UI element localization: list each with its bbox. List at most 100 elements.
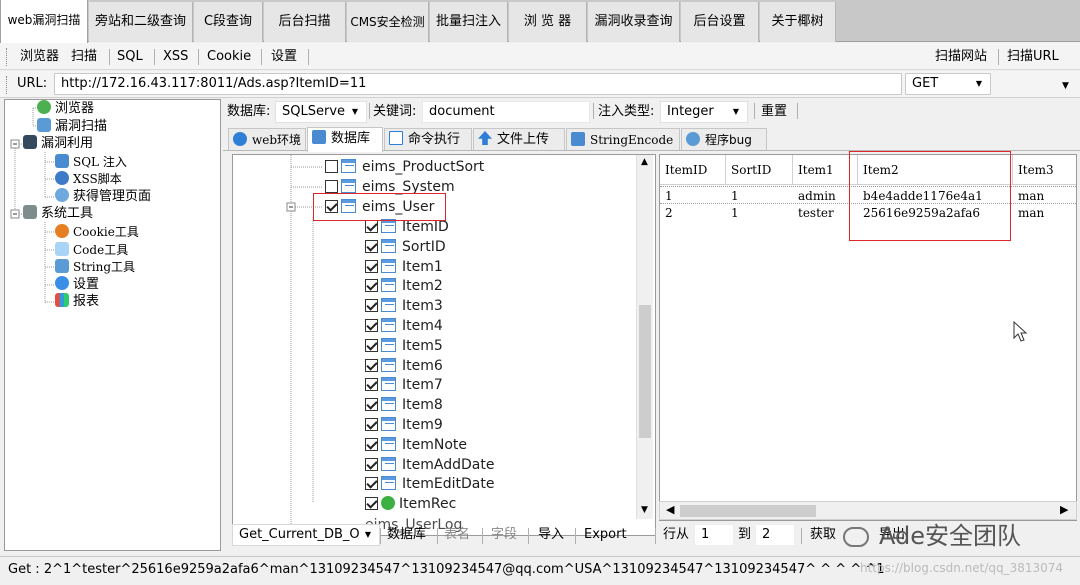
tab-file-upload[interactable]: 文件上传 bbox=[473, 128, 565, 150]
tab-admin-scan[interactable]: 后台扫描 bbox=[264, 2, 346, 42]
field-checkbox-checked[interactable] bbox=[365, 358, 378, 372]
db-field-item[interactable]: Item3 bbox=[365, 296, 443, 316]
tree-item-code-tool[interactable]: Code工具 bbox=[55, 241, 128, 259]
tab-database[interactable]: 数据库 bbox=[307, 127, 383, 152]
tab-command-exec[interactable]: 命令执行 bbox=[384, 128, 472, 150]
import-button[interactable]: 导入 bbox=[538, 525, 564, 545]
tree-item-sql-inject[interactable]: SQL 注入 bbox=[55, 153, 127, 171]
tab-about[interactable]: 关于椰树 bbox=[760, 2, 836, 42]
db-field-item[interactable]: ItemRec bbox=[365, 494, 456, 514]
toolbar-xss-button[interactable]: XSS bbox=[163, 47, 188, 67]
db-type-select[interactable]: SQLServe ▼ bbox=[275, 101, 367, 123]
field-checkbox-checked[interactable] bbox=[365, 299, 378, 313]
reset-button[interactable]: 重置 bbox=[761, 102, 787, 122]
tree-item-string-tool[interactable]: String工具 bbox=[55, 258, 135, 276]
tab-string-encode[interactable]: StringEncode bbox=[566, 128, 680, 150]
get-fields-button[interactable]: 字段 bbox=[491, 525, 517, 545]
db-field-item[interactable]: Item8 bbox=[365, 395, 443, 415]
scroll-left-arrow-icon[interactable]: ◀ bbox=[666, 503, 674, 516]
toolbar-grip[interactable] bbox=[6, 48, 9, 66]
row-to-input[interactable]: 2 bbox=[755, 524, 795, 546]
tab-browser[interactable]: 浏 览 器 bbox=[509, 2, 587, 42]
field-checkbox-checked[interactable] bbox=[365, 319, 378, 332]
tree-item-report[interactable]: 报表 bbox=[55, 293, 99, 311]
grid-header-sortid[interactable]: SortID bbox=[726, 155, 793, 185]
toolbar-scan-button[interactable]: 扫描 bbox=[71, 47, 97, 67]
grid-header-item3[interactable]: Item3 bbox=[1013, 155, 1076, 185]
tab-side-site-query[interactable]: 旁站和二级查询 bbox=[89, 2, 193, 42]
db-table-productsort[interactable]: eims_ProductSort bbox=[325, 157, 484, 177]
keyword-input[interactable]: document bbox=[422, 101, 590, 123]
toolbar-sql-button[interactable]: SQL bbox=[117, 47, 143, 67]
db-field-item[interactable]: Item1 bbox=[365, 257, 443, 277]
db-field-item[interactable]: ItemNote bbox=[365, 435, 467, 455]
tab-batch-inject[interactable]: 批量扫注入 bbox=[430, 2, 508, 42]
row-from-input[interactable]: 1 bbox=[694, 524, 734, 546]
scroll-down-arrow-icon[interactable]: ▼ bbox=[641, 505, 648, 515]
field-checkbox-checked[interactable] bbox=[365, 398, 378, 412]
tree-item-system-tools[interactable]: 系统工具 bbox=[23, 205, 93, 223]
field-checkbox-checked[interactable] bbox=[365, 220, 378, 233]
db-field-item[interactable]: ItemEditDate bbox=[365, 474, 494, 494]
method-select[interactable]: Get_Current_DB_O ▼ bbox=[232, 524, 380, 546]
tree-item-admin-page[interactable]: 获得管理页面 bbox=[55, 188, 151, 206]
scroll-up-arrow-icon[interactable]: ▲ bbox=[641, 157, 648, 167]
tab-web-vuln-scan[interactable]: web漏洞扫描 bbox=[0, 0, 88, 43]
field-checkbox-checked[interactable] bbox=[365, 497, 378, 511]
db-field-item[interactable]: Item4 bbox=[365, 316, 443, 336]
field-checkbox-checked[interactable] bbox=[365, 418, 378, 431]
tree-item-vuln-scan[interactable]: 漏洞扫描 bbox=[37, 118, 107, 136]
urlbar-grip[interactable] bbox=[6, 76, 9, 94]
fetch-button[interactable]: 获取 bbox=[810, 525, 836, 545]
tab-cms-check[interactable]: CMS安全检测 bbox=[347, 2, 429, 42]
tree-item-browser[interactable]: 浏览器 bbox=[37, 100, 94, 118]
tree-item-settings[interactable]: 设置 bbox=[55, 276, 99, 294]
toolbar-scan-url-button[interactable]: 扫描URL bbox=[1007, 47, 1059, 67]
scroll-right-arrow-icon[interactable]: ▶ bbox=[1060, 503, 1068, 516]
db-field-item[interactable]: ItemAddDate bbox=[365, 455, 494, 475]
get-database-button[interactable]: 数据库 bbox=[387, 525, 426, 545]
field-checkbox-checked[interactable] bbox=[365, 259, 378, 273]
url-input[interactable]: http://172.16.43.117:8011/Ads.asp?ItemID… bbox=[54, 73, 902, 95]
http-method-select[interactable]: GET ▼ bbox=[905, 73, 991, 95]
status-text: Get : 2^1^tester^25616e9259a2afa6^man^13… bbox=[8, 562, 885, 577]
inject-type-select[interactable]: Integer ▼ bbox=[660, 101, 748, 123]
grid-header-itemid[interactable]: ItemID bbox=[660, 155, 726, 185]
db-field-item[interactable]: SortID bbox=[365, 237, 446, 257]
grid-horizontal-scrollbar[interactable]: ◀ ▶ bbox=[659, 501, 1077, 520]
db-field-item[interactable]: Item6 bbox=[365, 356, 443, 376]
field-checkbox-checked[interactable] bbox=[365, 239, 378, 253]
chevron-down-icon: ▼ bbox=[351, 107, 358, 116]
table-checkbox[interactable] bbox=[325, 160, 338, 173]
filter-separator bbox=[593, 103, 594, 119]
scrollbar-thumb[interactable] bbox=[639, 305, 651, 438]
tree-item-exploit[interactable]: 漏洞利用 bbox=[23, 135, 93, 153]
tree-item-cookie-tool[interactable]: Cookie工具 bbox=[55, 223, 139, 241]
tab-vuln-records[interactable]: 漏洞收录查询 bbox=[588, 2, 680, 42]
export-button[interactable]: Export bbox=[584, 525, 627, 545]
toolbar-scan-site-button[interactable]: 扫描网站 bbox=[935, 47, 987, 67]
table-checkbox[interactable] bbox=[325, 180, 338, 193]
toolbar-settings-button[interactable]: 设置 bbox=[271, 47, 297, 67]
tab-program-bug[interactable]: 程序bug bbox=[681, 128, 767, 150]
toolbar-cookie-button[interactable]: Cookie bbox=[207, 47, 251, 67]
db-field-item[interactable]: Item5 bbox=[365, 336, 443, 356]
tab-web-env[interactable]: web环境 bbox=[228, 128, 306, 150]
toolbar-browser-button[interactable]: 浏览器 bbox=[20, 47, 59, 67]
tree-item-xss[interactable]: XSS脚本 bbox=[55, 170, 122, 188]
db-field-item[interactable]: Item2 bbox=[365, 276, 443, 296]
field-checkbox-checked[interactable] bbox=[365, 477, 378, 491]
field-checkbox-checked[interactable] bbox=[365, 279, 378, 293]
field-checkbox-checked[interactable] bbox=[365, 457, 378, 471]
overflow-chevron-icon[interactable]: ▼ bbox=[1062, 81, 1069, 91]
field-checkbox-checked[interactable] bbox=[365, 437, 378, 451]
get-table-names-button[interactable]: 表名 bbox=[444, 525, 470, 545]
db-field-item[interactable]: Item7 bbox=[365, 375, 443, 395]
db-field-item[interactable]: Item9 bbox=[365, 415, 443, 435]
field-checkbox-checked[interactable] bbox=[365, 338, 378, 352]
tab-admin-settings[interactable]: 后台设置 bbox=[681, 2, 759, 42]
field-checkbox-checked[interactable] bbox=[365, 378, 378, 392]
db-tree-scrollbar[interactable]: ▲ ▼ bbox=[636, 155, 653, 519]
tab-c-segment[interactable]: C段查询 bbox=[194, 2, 263, 42]
scrollbar-thumb[interactable] bbox=[680, 505, 816, 517]
